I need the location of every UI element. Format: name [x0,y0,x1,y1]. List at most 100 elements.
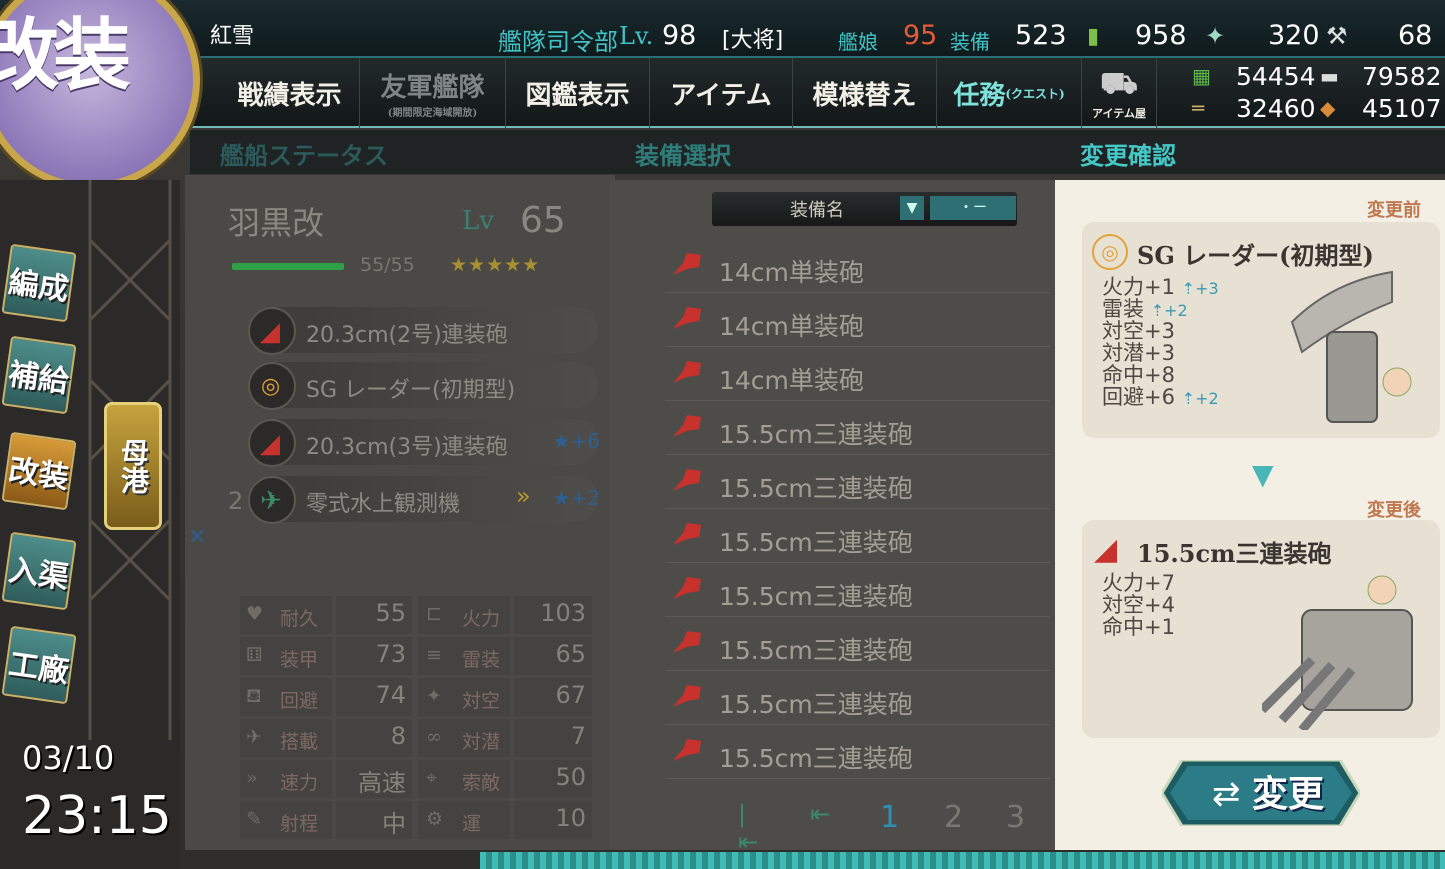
menu-encyclopedia[interactable]: 図鑑表示 [506,58,650,128]
hq-level: 98 [662,20,697,51]
main-gun-icon: ◢ [1094,532,1118,567]
main-gun-icon [673,253,701,275]
dev-material-icon: ✦ [1205,22,1226,50]
before-label: 変更前 [1367,200,1421,221]
equip-list-item[interactable]: 14cm単装砲 [665,241,1050,293]
nav-arsenal-button[interactable]: 工廠 [1,625,77,705]
shop-icon: ⛟ [1100,65,1138,101]
sort-toggle-button[interactable]: ・ー [930,196,1016,220]
main-gun-icon [673,685,701,707]
evasion-icon: ⛾ [246,685,262,707]
after-equip-name: 15.5cm三連装砲 [1137,539,1332,568]
nav-organize-button[interactable]: 編成 [1,243,77,323]
section-change-confirm: 変更確認 [1080,141,1176,170]
improve-material-icon: ⚒ [1326,22,1348,50]
improvement-level: ★+6 [552,429,600,453]
radar-icon: ◎ [248,362,296,410]
equip-slot-3[interactable]: ◢ 20.3cm(3号)連装砲 ★+6 [248,419,600,467]
menu-war-results[interactable]: 戦績表示 [220,58,360,128]
nav-repair-button[interactable]: 入渠 [1,531,77,611]
before-stat-text: 回避+6 [1102,385,1175,409]
svg-text:⇄: ⇄ [1212,774,1241,814]
torpedo-icon: ≡ [426,644,442,666]
equip-slot-name: 20.3cm(3号)連装砲 [306,435,508,460]
arrow-down-icon: ▼ [1252,458,1274,491]
equip-list-item-name: 15.5cm三連装砲 [719,582,913,611]
stat-value: 中 [382,810,406,838]
unequip-all-icon[interactable]: ✕ [188,525,206,550]
anti-sub-icon: ∞ [426,726,442,748]
equip-list-item[interactable]: 14cm単装砲 [665,349,1050,401]
equip-list-item[interactable]: 15.5cm三連装砲 [665,403,1050,455]
hp-bar [232,263,344,270]
before-stat-text: 命中+8 [1102,363,1175,387]
equip-slot-1[interactable]: ◢ 20.3cm(2号)連装砲 [248,307,598,355]
main-gun-icon [673,415,701,437]
before-stat-text: 火力+1 [1102,275,1175,299]
equip-list-item[interactable]: 15.5cm三連装砲 [665,673,1050,725]
ammo-icon: ▬ [1320,64,1339,88]
stat-label: 対空 [462,690,501,712]
stat-label: 索敵 [462,772,501,794]
equip-list-item-name: 15.5cm三連装砲 [719,528,913,557]
stat-value: 10 [555,804,586,832]
stat-row: ⛾ 回避 74 ✦ 対空 67 [240,678,592,716]
before-stat-line: 対空+3 [1102,320,1175,342]
equip-list-item[interactable]: 14cm単装砲 [665,295,1050,347]
after-stat-line: 命中+1 [1102,616,1175,638]
nav-label: 編成 [6,264,71,308]
menu-quests[interactable]: 任務 (クエスト) [937,58,1082,128]
nav-remodel-button[interactable]: 改装 [1,431,77,511]
equip-slot-2[interactable]: ◎ SG レーダー(初期型) [248,362,598,410]
equip-count: 523 [1015,20,1067,51]
page-1[interactable]: 1 [880,800,899,835]
armor-icon: ⚅ [246,644,263,666]
home-port-button[interactable]: 母港 [104,402,162,530]
stat-row: ✈ 搭載 8 ∞ 対潜 7 [240,719,592,757]
equip-slot-name: SG レーダー(初期型) [306,378,516,403]
nav-supply-button[interactable]: 補給 [1,335,77,415]
menu-items[interactable]: アイテム [650,58,793,128]
before-stat-text: 対潜+3 [1102,341,1175,365]
item-shop-button[interactable]: ⛟ アイテム屋 [1082,58,1157,128]
stat-label: 耐久 [280,608,319,630]
anti-air-icon: ✦ [426,685,442,707]
equip-list-item[interactable]: 15.5cm三連装砲 [665,565,1050,617]
equip-list-item[interactable]: 15.5cm三連装砲 [665,457,1050,509]
sort-dropdown-icon[interactable]: ▼ [900,196,924,220]
remodel-badge-label: 改装 [0,10,131,101]
equip-list-item[interactable]: 15.5cm三連装砲 [665,619,1050,671]
equip-list-item[interactable]: 15.5cm三連装砲 [665,511,1050,563]
first-page-icon[interactable]: |⇤ [738,800,758,856]
nav-label: 補給 [6,356,71,400]
seaplane-icon: ✈ [248,476,296,524]
page-3[interactable]: 3 [1006,800,1025,835]
bucket-count: 958 [1135,20,1187,51]
prev-page-icon[interactable]: ⇤ [810,800,830,828]
luck-icon: ⚙ [426,808,444,830]
menu-friend-fleet[interactable]: 友軍艦隊 (期間限定海域開放) [360,58,506,128]
main-gun-icon [673,469,701,491]
menu-furniture[interactable]: 模様替え [793,58,937,128]
page-2[interactable]: 2 [944,800,963,835]
equip-slot-4[interactable]: ✈ 零式水上観測機 » ★+2 [248,476,600,524]
menu-label: 友軍艦隊 [380,73,485,103]
remodel-badge: 改装 [0,0,200,190]
stat-value: 65 [555,640,586,668]
before-stat-bonus: +3 [1195,279,1219,298]
nav-label: 改装 [6,452,71,496]
stat-value: 高速 [358,769,406,797]
stat-label: 対潜 [462,731,501,753]
main-gun-icon [673,739,701,761]
before-stat-line: 命中+8 [1102,364,1175,386]
bauxite-count: 45107 [1362,94,1442,123]
menu-label: 模様替え [812,80,917,111]
stat-label: 運 [462,813,482,835]
equip-list-item[interactable]: 15.5cm三連装砲 [665,727,1050,779]
stat-row: ✎ 射程 中 ⚙ 運 10 [240,801,592,839]
steel-count: 32460 [1236,94,1316,123]
stat-value: 73 [375,640,406,668]
before-stat-text: 対空+3 [1102,319,1175,343]
main-gun-icon [673,307,701,329]
clock-date: 03/10 [22,739,115,777]
